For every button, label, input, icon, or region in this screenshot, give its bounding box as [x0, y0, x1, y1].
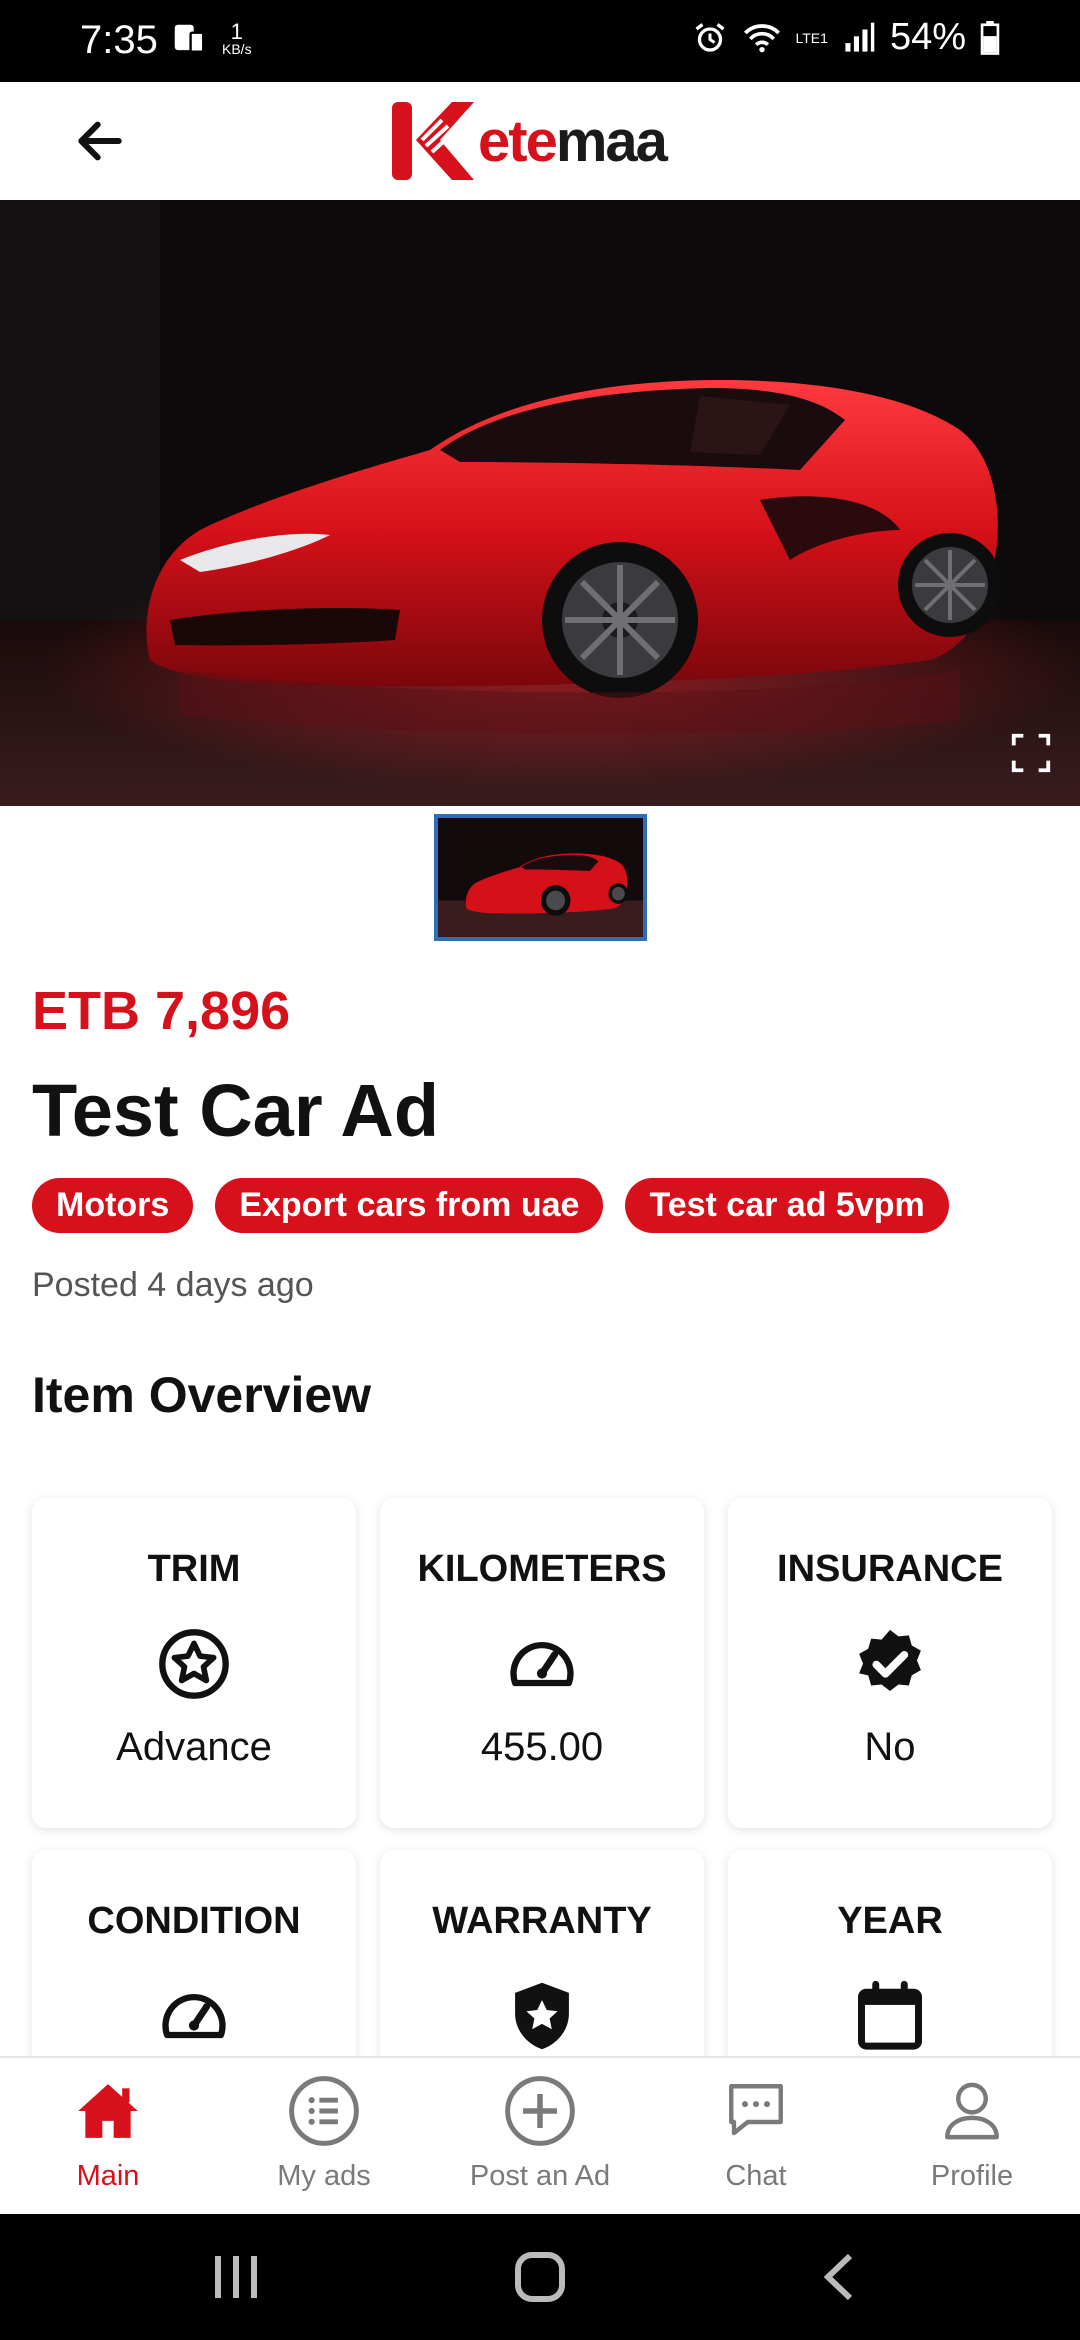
card-value: Advance	[116, 1725, 272, 1769]
status-time: 7:35	[80, 18, 158, 62]
section-title-item-overview: Item Overview	[32, 1367, 372, 1423]
battery-icon	[980, 20, 1000, 55]
phone-sync-icon	[174, 24, 205, 53]
overview-card-kilometers: KILOMETERS 455.00	[380, 1498, 704, 1828]
app-header: ketemaa	[0, 82, 1080, 200]
ketemaa-logo: ketemaa	[390, 96, 668, 186]
status-right-icons: LTE1 54%	[692, 16, 1001, 59]
network-type: LTE1	[795, 29, 828, 46]
tag-export-cars[interactable]: Export cars from uae	[215, 1178, 604, 1233]
nav-label: Profile	[930, 2160, 1014, 2192]
overview-card-trim: TRIM Advance	[32, 1498, 356, 1828]
tag-test-car-ad[interactable]: Test car ad 5vpm	[625, 1178, 949, 1233]
card-label: CONDITION	[87, 1900, 301, 1942]
recent-apps-icon[interactable]	[206, 2252, 266, 2302]
verified-badge-icon	[851, 1625, 929, 1703]
home-icon	[69, 2072, 147, 2150]
listing-price: ETB 7,896	[32, 981, 291, 1041]
nav-profile[interactable]: Profile	[864, 2058, 1080, 2214]
back-button[interactable]	[60, 106, 140, 176]
card-label: YEAR	[837, 1900, 943, 1942]
overview-card-insurance: INSURANCE No	[728, 1498, 1052, 1828]
calendar-icon	[851, 1977, 929, 2055]
net-speed-value: 1	[230, 19, 243, 44]
logo-wordmark: ketemaa	[478, 108, 668, 175]
card-value: 455.00	[480, 1725, 604, 1769]
nav-label: Chat	[725, 2160, 787, 2192]
car-thumbnail	[438, 818, 643, 937]
bottom-navigation: Main My ads Post an Ad Chat Profile	[0, 2056, 1080, 2214]
logo-e-red: ete	[478, 108, 558, 174]
card-label: INSURANCE	[777, 1548, 1003, 1590]
net-speed-unit: KB/s	[222, 41, 252, 57]
speedometer-icon	[503, 1625, 581, 1703]
nav-label: My ads	[277, 2160, 371, 2192]
system-navigation-bar	[0, 2214, 1080, 2340]
arrow-left-icon	[78, 121, 122, 161]
status-left-icons: 1 KB/s	[170, 20, 252, 58]
fullscreen-icon[interactable]	[1008, 730, 1054, 776]
home-button-icon[interactable]	[510, 2252, 570, 2302]
signal-icon	[845, 22, 875, 52]
logo-maa-dark: maa	[555, 108, 668, 174]
nav-chat[interactable]: Chat	[648, 2058, 864, 2214]
posted-date: Posted 4 days ago	[32, 1266, 314, 1304]
nav-main[interactable]: Main	[0, 2058, 216, 2214]
speedometer-icon	[155, 1977, 233, 2055]
card-label: WARRANTY	[432, 1900, 652, 1942]
alarm-icon	[695, 22, 724, 52]
list-icon	[285, 2072, 363, 2150]
tag-motors[interactable]: Motors	[32, 1178, 194, 1233]
status-bar: 7:35 1 KB/s LTE1 54%	[0, 0, 1080, 82]
nav-label: Main	[76, 2160, 140, 2192]
card-label: KILOMETERS	[417, 1548, 667, 1590]
plus-circle-icon	[501, 2072, 579, 2150]
wifi-icon	[743, 23, 780, 52]
battery-percent: 54%	[889, 16, 966, 58]
star-circle-icon	[155, 1625, 233, 1703]
chat-icon	[717, 2072, 795, 2150]
card-value: No	[864, 1725, 916, 1769]
logo-mark-icon	[392, 102, 474, 180]
listing-title: Test Car Ad	[32, 1069, 440, 1152]
person-icon	[933, 2072, 1011, 2150]
net-speed: 1 KB/s	[222, 19, 252, 57]
shield-star-icon	[503, 1977, 581, 2055]
nav-my-ads[interactable]: My ads	[216, 2058, 432, 2214]
nav-post-an-ad[interactable]: Post an Ad	[432, 2058, 648, 2214]
card-label: TRIM	[147, 1548, 241, 1590]
image-thumbnail[interactable]	[434, 814, 647, 941]
listing-main-image[interactable]	[0, 200, 1080, 806]
nav-label: Post an Ad	[469, 2160, 611, 2192]
system-back-icon[interactable]	[812, 2252, 872, 2302]
car-photo	[0, 200, 1080, 806]
category-tags: Motors Export cars from uae Test car ad …	[32, 1178, 949, 1233]
